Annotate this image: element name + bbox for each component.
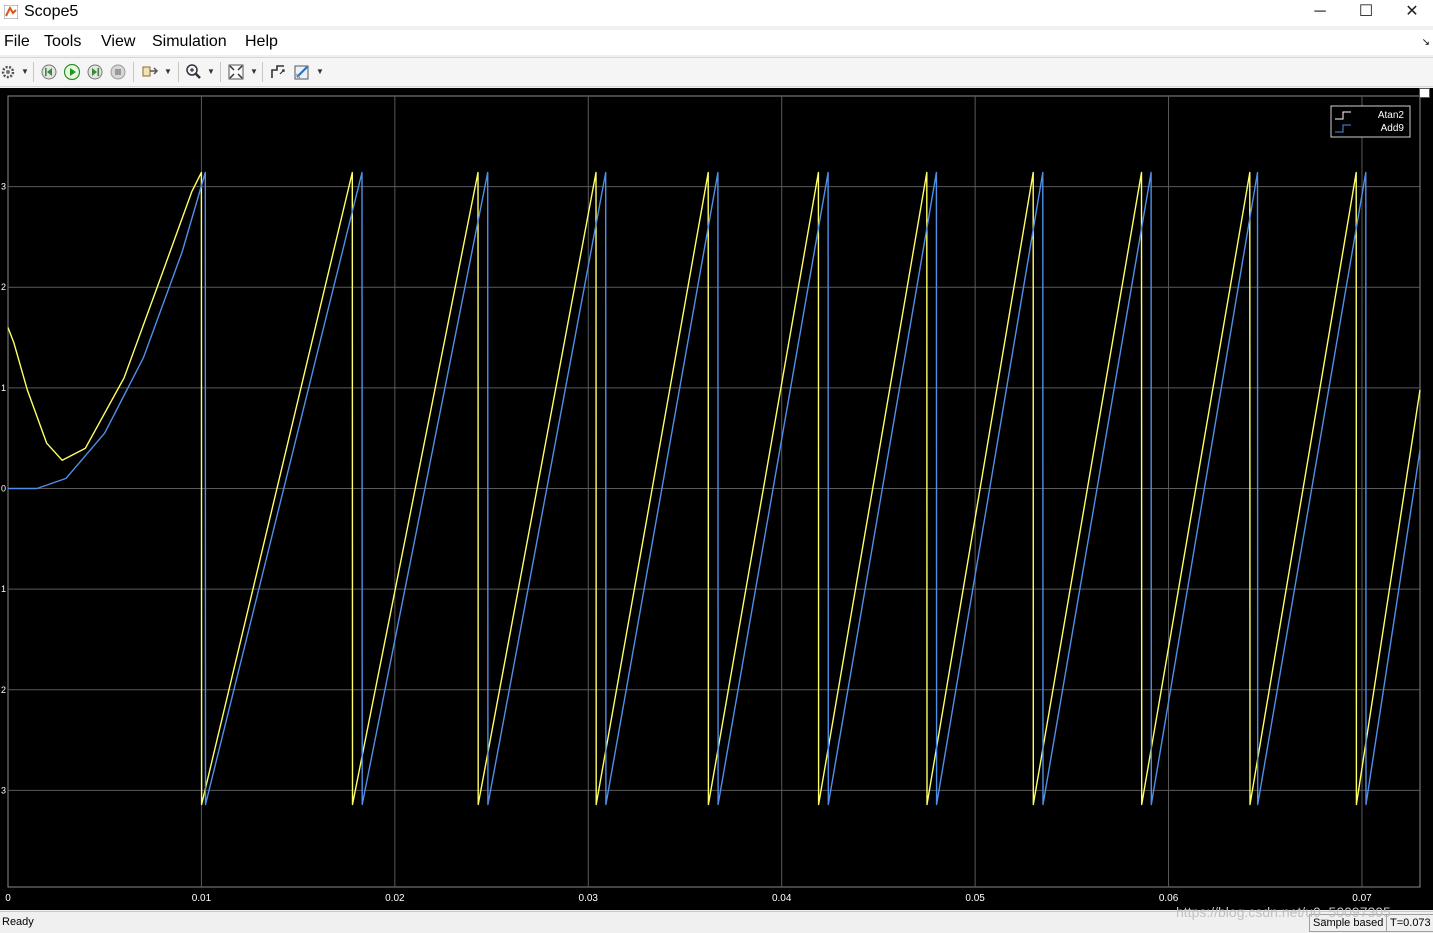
scope-chart[interactable]: 0 0.01 0.02 0.03 0.04 0.05 0.06 0.07 3 2 1 0 1 2 3 Atan…: [0, 88, 1433, 910]
menu-bar: File Tools View Simulation Help ↘: [0, 30, 1433, 55]
x-tick-label: 0.06: [1159, 893, 1179, 904]
menu-file[interactable]: File: [4, 33, 30, 51]
status-time: T=0.073: [1386, 914, 1433, 932]
minimize-button[interactable]: ─: [1297, 0, 1343, 26]
legend-label-atan2: Atan2: [1378, 110, 1405, 121]
toolbar-separator: [33, 62, 34, 82]
y-tick-label: 3: [1, 182, 6, 192]
step-forward-icon[interactable]: [85, 62, 105, 82]
matlab-app-icon: [4, 5, 18, 19]
highlight-dropdown-icon[interactable]: ▼: [164, 67, 172, 76]
x-tick-label: 0: [5, 893, 11, 904]
menu-tools[interactable]: Tools: [44, 33, 81, 51]
toolbar-separator: [133, 62, 134, 82]
toolbar: ▼ ▼ ▼ ▼ ▼: [0, 57, 1433, 87]
highlight-block-icon[interactable]: [140, 62, 160, 82]
style-icon[interactable]: [292, 62, 312, 82]
x-tick-label: 0.04: [772, 893, 792, 904]
stop-icon[interactable]: [108, 62, 128, 82]
x-tick-label: 0.01: [192, 893, 212, 904]
zoom-icon[interactable]: [184, 62, 204, 82]
dock-arrow-icon[interactable]: ↘: [1422, 37, 1430, 48]
autoscale-icon[interactable]: [226, 62, 246, 82]
zoom-dropdown-icon[interactable]: ▼: [207, 67, 215, 76]
autoscale-dropdown-icon[interactable]: ▼: [250, 67, 258, 76]
step-back-icon[interactable]: [39, 62, 59, 82]
toolbar-separator: [178, 62, 179, 82]
x-tick-label: 0.03: [579, 893, 599, 904]
y-tick-label: 1: [1, 383, 6, 393]
maximize-button[interactable]: ☐: [1343, 0, 1389, 26]
y-tick-label: 2: [1, 685, 6, 695]
close-button[interactable]: ✕: [1389, 0, 1433, 26]
title-bar: Scope5 ─ ☐ ✕: [0, 0, 1433, 26]
y-tick-label: 1: [1, 584, 6, 594]
y-tick-label: 0: [1, 483, 6, 493]
scope-plot-area: 0 0.01 0.02 0.03 0.04 0.05 0.06 0.07 3 2 1 0 1 2 3 Atan…: [0, 88, 1433, 910]
run-icon[interactable]: [62, 62, 82, 82]
settings-dropdown-icon[interactable]: ▼: [21, 67, 29, 76]
x-tick-label: 0.02: [385, 893, 405, 904]
window-title: Scope5: [24, 3, 79, 20]
style-dropdown-icon[interactable]: ▼: [316, 67, 324, 76]
x-tick-label: 0.07: [1352, 893, 1372, 904]
x-tick-label: 0.05: [965, 893, 985, 904]
settings-icon[interactable]: [0, 62, 20, 82]
signal-select-icon[interactable]: [268, 62, 288, 82]
legend-label-add9: Add9: [1381, 123, 1405, 134]
toolbar-separator: [220, 62, 221, 82]
y-tick-label: 2: [1, 282, 6, 292]
toolbar-separator: [262, 62, 263, 82]
menu-view[interactable]: View: [101, 33, 135, 51]
undock-axes-icon[interactable]: [1419, 88, 1430, 98]
watermark-text: https://blog.csdn.net/u0_50097305: [1176, 904, 1391, 920]
menu-help[interactable]: Help: [245, 33, 278, 51]
status-text: Ready: [2, 916, 34, 928]
y-tick-label: 3: [1, 785, 6, 795]
menu-simulation[interactable]: Simulation: [152, 33, 227, 51]
